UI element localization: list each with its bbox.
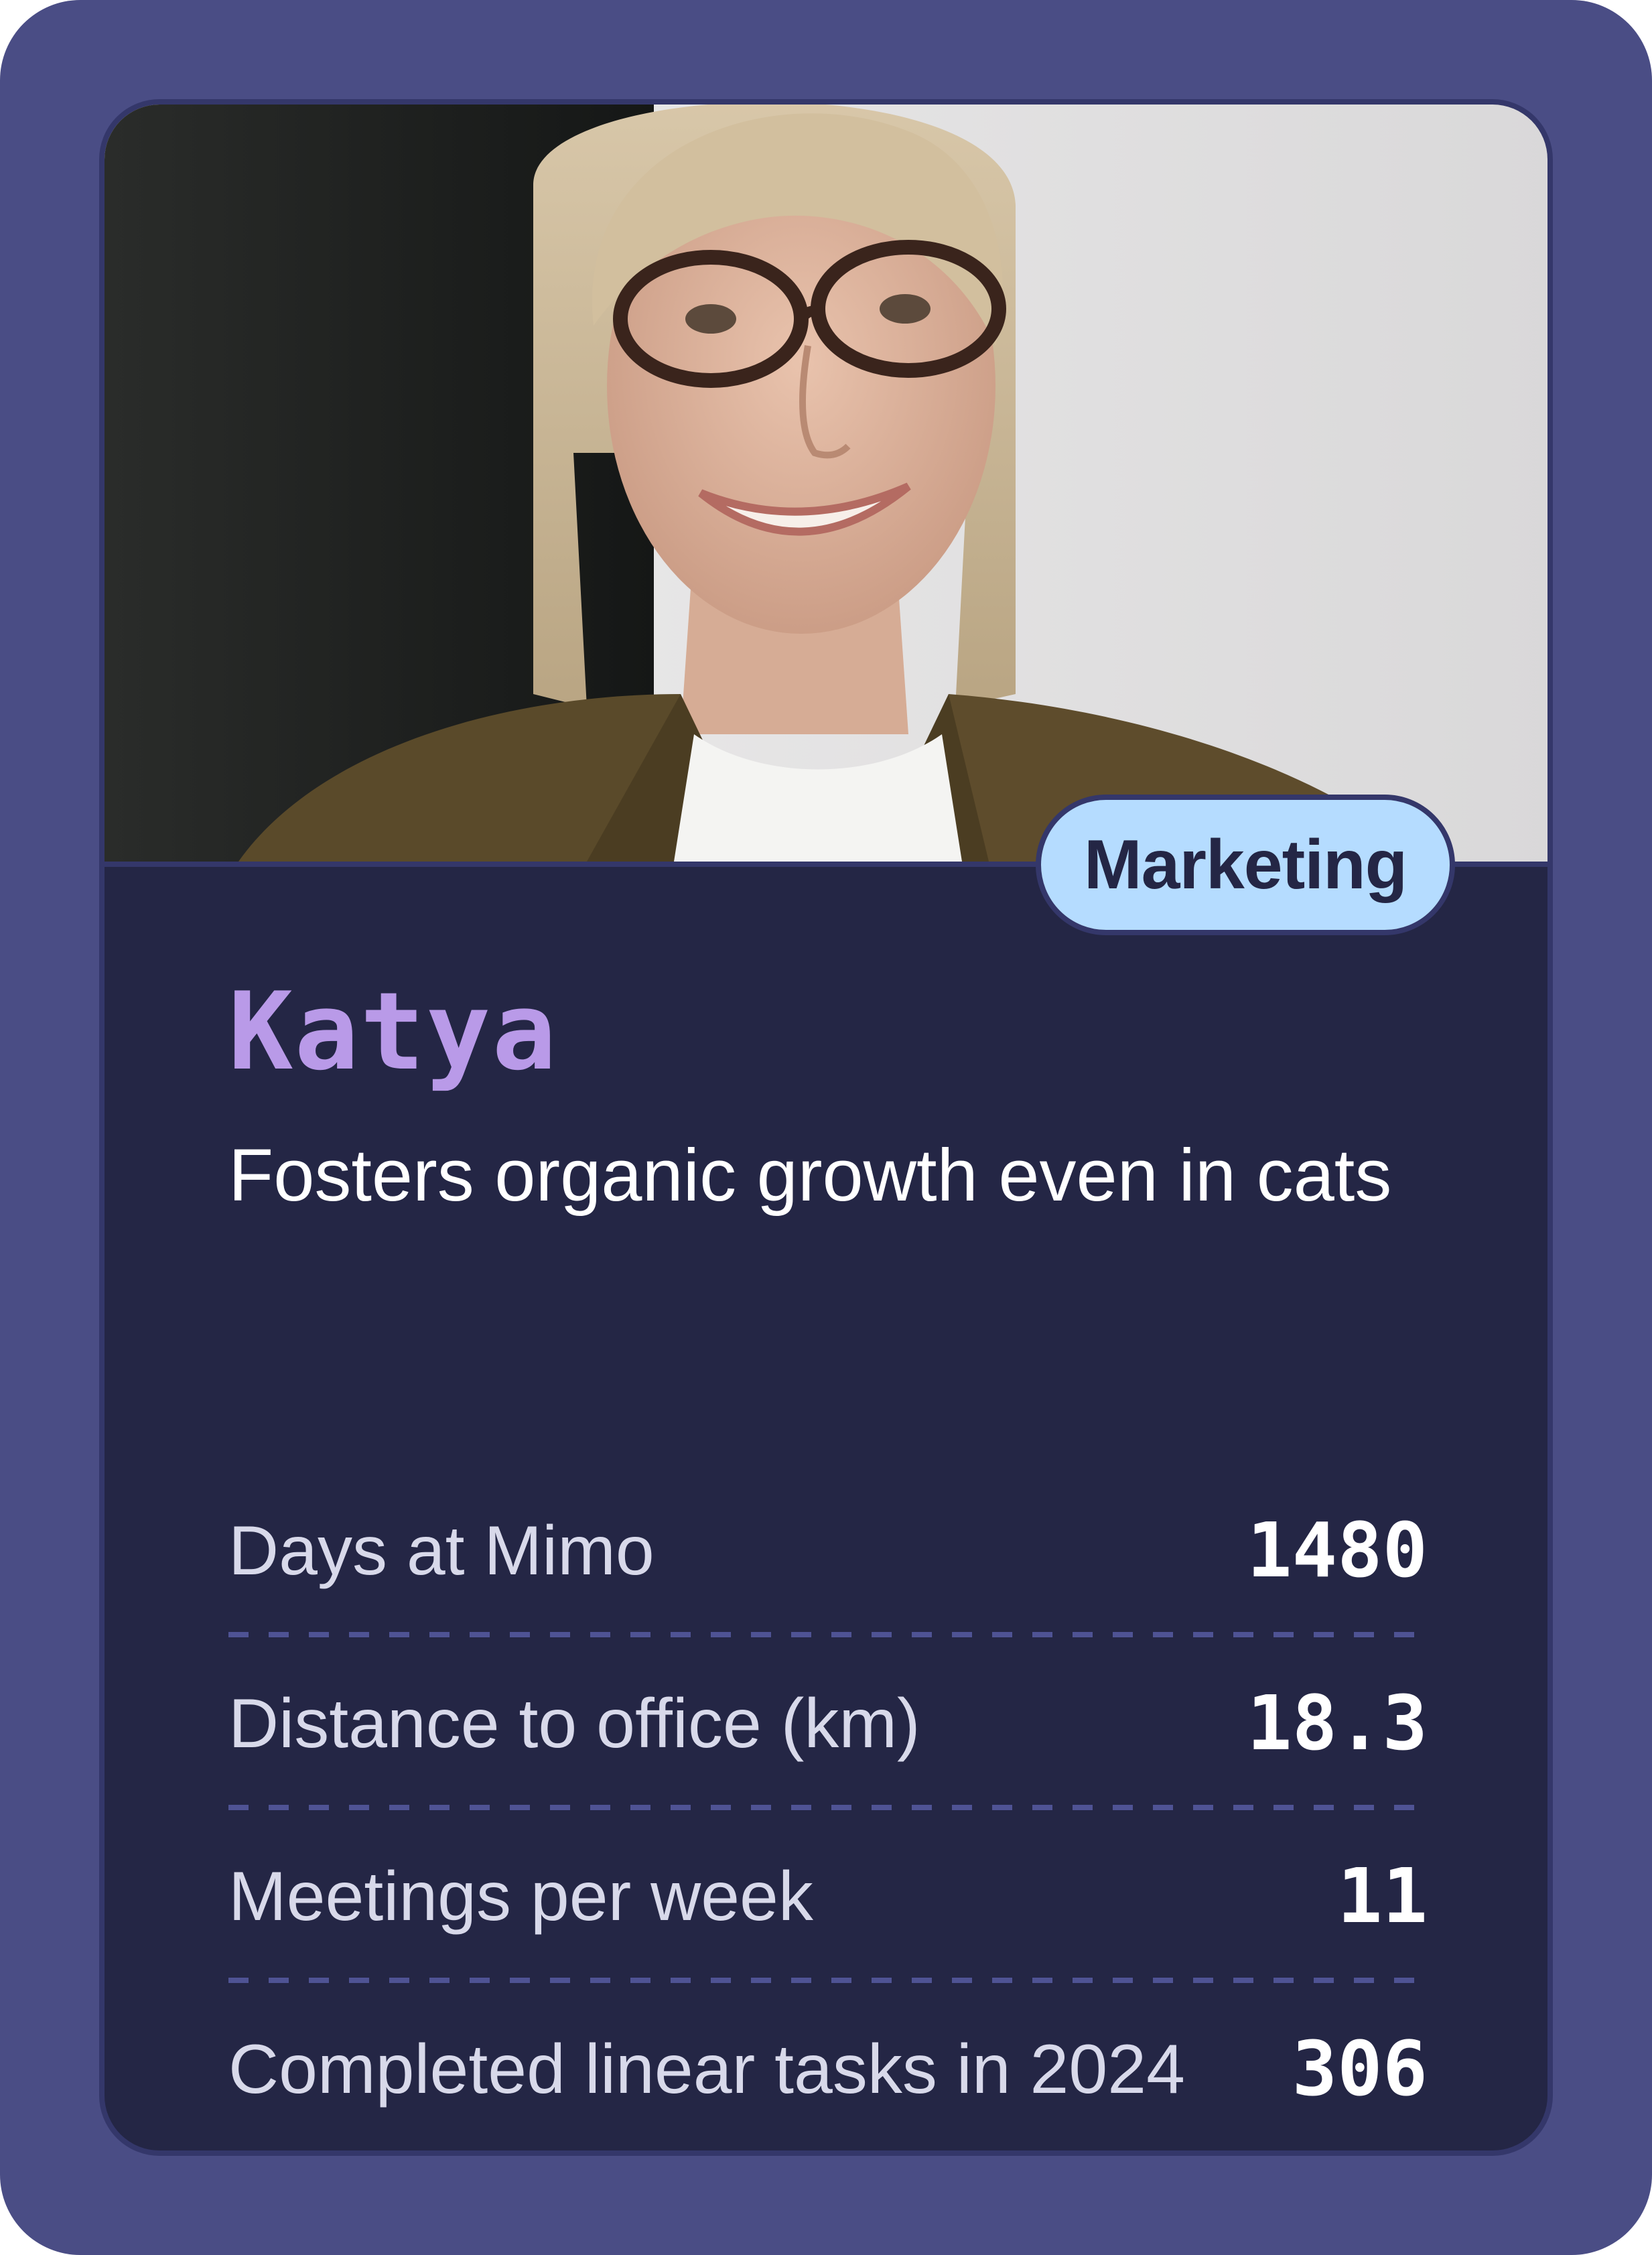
stat-label: Distance to office (km) [228, 1684, 920, 1763]
stat-label: Completed linear tasks in 2024 [228, 2030, 1185, 2108]
department-badge: Marketing [1036, 795, 1456, 935]
stat-label: Days at Mimo [228, 1511, 655, 1590]
stat-row: Days at Mimo 1480 [228, 1464, 1428, 1637]
profile-card: Marketing Katya Fosters organic growth e… [0, 0, 1652, 2255]
stat-label: Meetings per week [228, 1857, 813, 1935]
card-panel: Marketing Katya Fosters organic growth e… [99, 99, 1553, 2156]
stat-row: Meetings per week 11 [228, 1810, 1428, 1983]
stat-value: 306 [1292, 2026, 1428, 2113]
person-name: Katya [228, 969, 558, 1094]
profile-photo [105, 105, 1547, 867]
stat-value: 11 [1337, 1853, 1428, 1940]
stat-value: 1480 [1247, 1507, 1428, 1594]
stats-list: Days at Mimo 1480 Distance to office (km… [228, 1464, 1428, 2150]
person-tagline: Fosters organic growth even in cats [228, 1134, 1392, 1217]
stat-row: Completed linear tasks in 2024 306 [228, 1983, 1428, 2150]
stat-value: 18.3 [1247, 1680, 1428, 1767]
stat-row: Distance to office (km) 18.3 [228, 1637, 1428, 1810]
